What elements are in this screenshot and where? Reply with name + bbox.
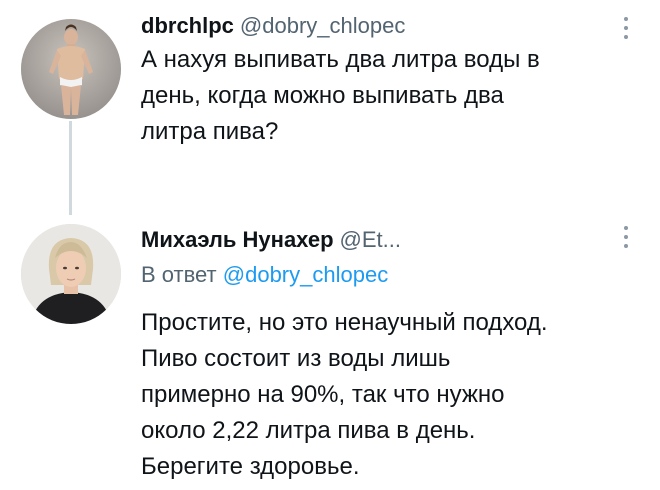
tweet-header: dbrchlpc @dobry_chlopec	[141, 13, 405, 39]
avatar-image	[21, 19, 121, 119]
tweet-original[interactable]: dbrchlpc @dobry_chlopec А нахуя выпивать …	[0, 0, 660, 215]
tweet-text-line: Берегите здоровье.	[141, 453, 360, 480]
author-name[interactable]: dbrchlpc	[141, 13, 234, 38]
tweet-reply[interactable]: Михаэль Нунахер @Et... В ответ @dobry_chl…	[0, 215, 660, 490]
avatar-mikhael[interactable]	[21, 224, 121, 324]
tweet-text: А нахуя выпивать два литра воды в день, …	[141, 42, 621, 150]
tweet-header: Михаэль Нунахер @Et...	[141, 227, 401, 253]
tweet-text-line: Простите, но это ненаучный подход.	[141, 309, 548, 336]
tweet-text-line: примерно на 90%, так что нужно	[141, 381, 505, 408]
tweet-text-line: А нахуя выпивать два литра воды в	[141, 46, 540, 73]
tweet-text-line: Пиво состоит из воды лишь	[141, 345, 451, 372]
more-vertical-icon[interactable]	[622, 17, 630, 39]
more-vertical-icon[interactable]	[622, 226, 630, 248]
author-handle[interactable]: @Et...	[340, 227, 401, 252]
reply-mention-link[interactable]: @dobry_chlopec	[223, 262, 388, 287]
author-name[interactable]: Михаэль Нунахер	[141, 227, 334, 252]
tweet-text-line: день, когда можно выпивать два	[141, 82, 504, 109]
author-handle[interactable]: @dobry_chlopec	[240, 13, 405, 38]
reply-context: В ответ @dobry_chlopec	[141, 262, 388, 288]
reply-prefix: В ответ	[141, 262, 217, 287]
avatar-dbrchlpc[interactable]	[21, 19, 121, 119]
tweet-text-line: литра пива?	[141, 118, 279, 145]
tweet-text: Простите, но это ненаучный подход. Пиво …	[141, 305, 621, 485]
avatar-image	[21, 224, 121, 324]
tweet-text-line: около 2,22 литра пива в день.	[141, 417, 476, 444]
thread-connector-line	[69, 121, 72, 215]
